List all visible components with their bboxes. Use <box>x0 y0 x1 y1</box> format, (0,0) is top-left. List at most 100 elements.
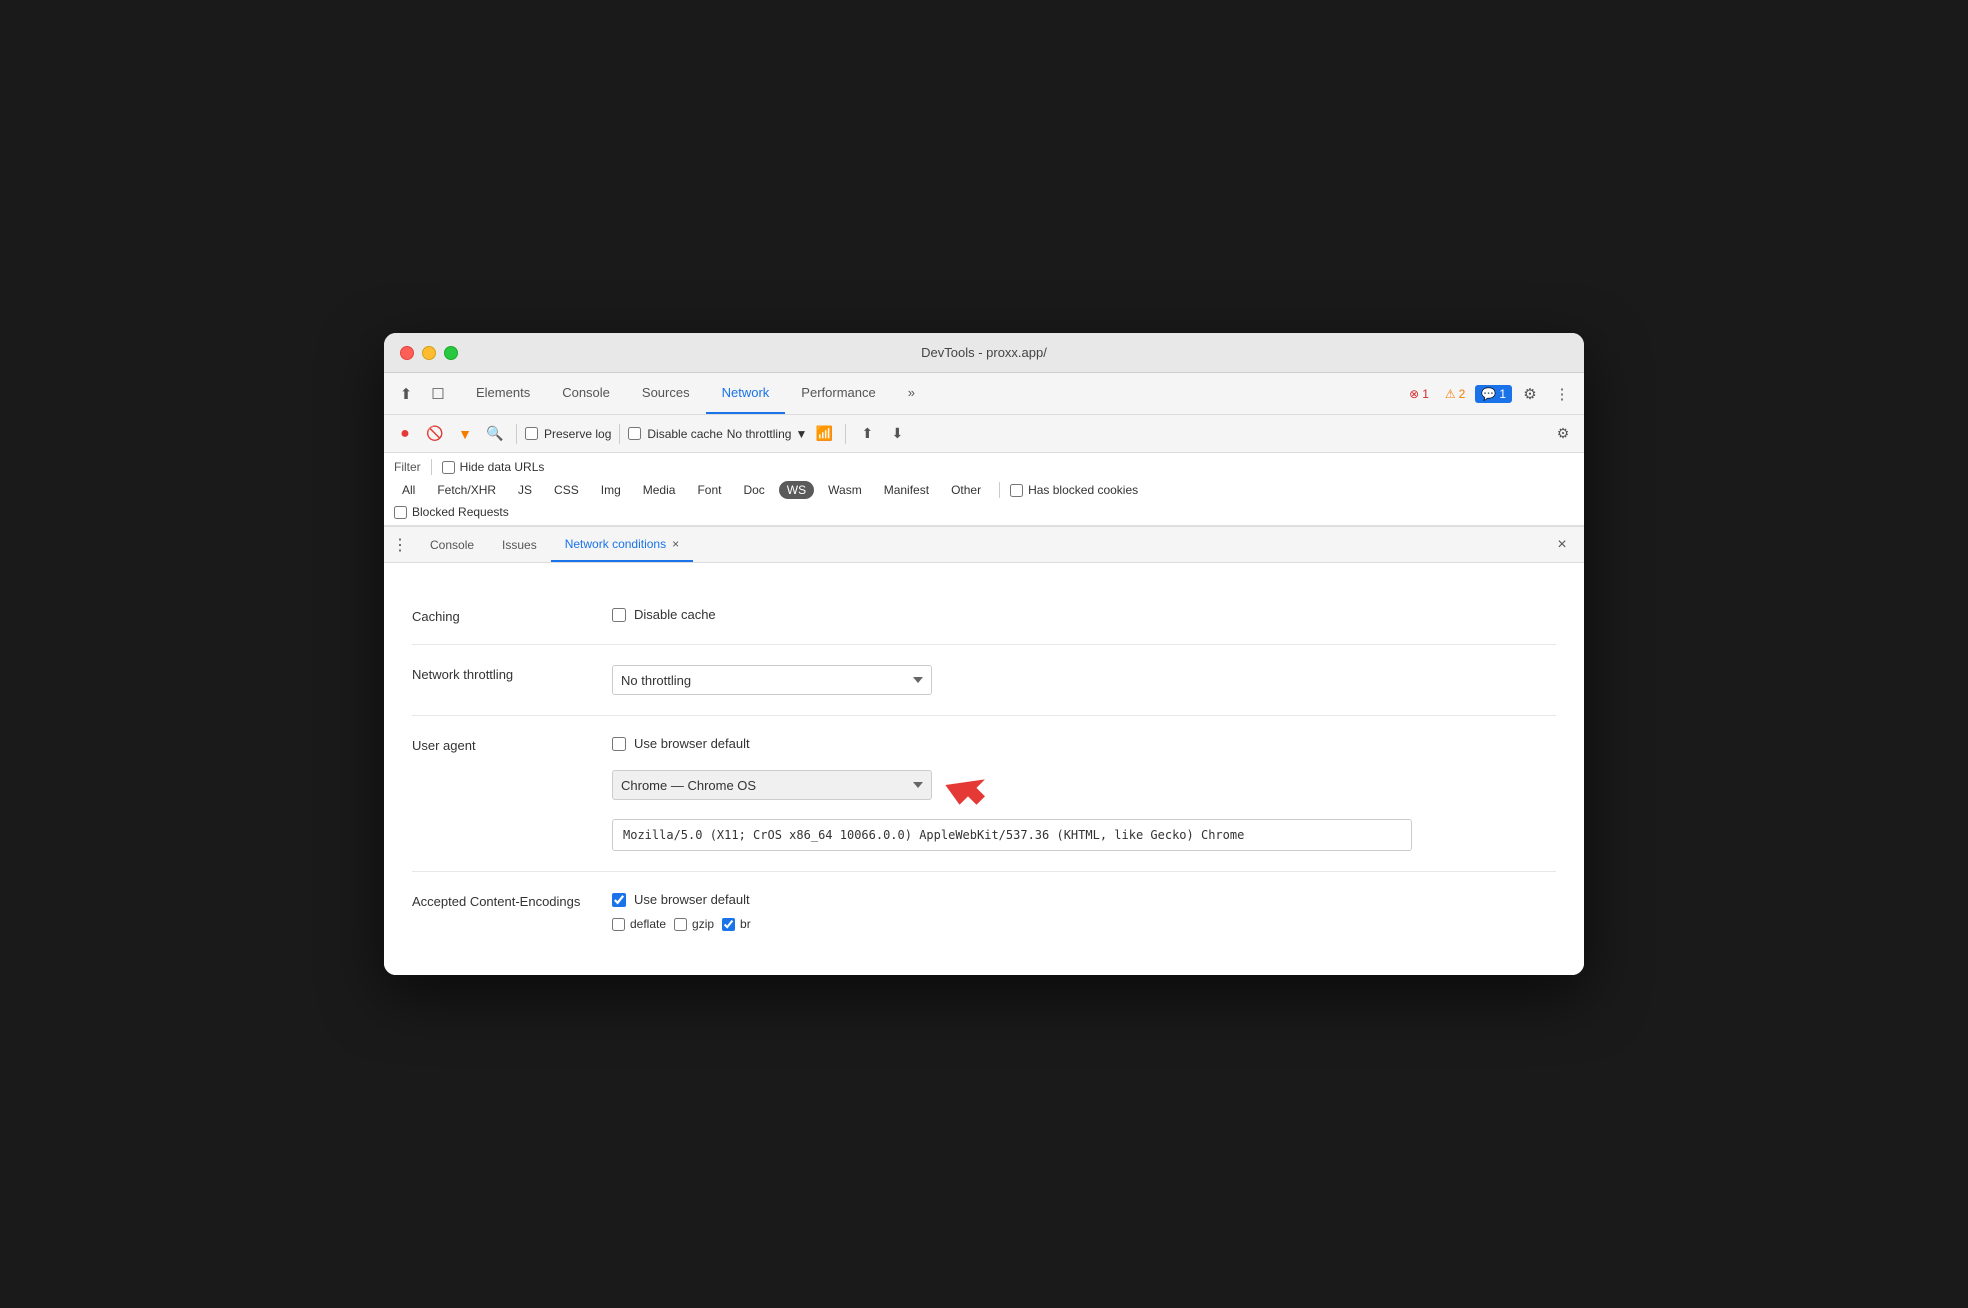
enc-br-checkbox[interactable]: br <box>722 917 751 931</box>
hide-data-urls-checkbox[interactable]: Hide data URLs <box>442 460 545 474</box>
filter-type-wasm[interactable]: Wasm <box>820 481 870 499</box>
nc-throttling-label: Network throttling <box>412 665 612 682</box>
drawer-tab-console[interactable]: Console <box>416 527 488 562</box>
wifi-icon[interactable]: 📶 <box>811 421 837 447</box>
enc-row: deflate gzip br <box>612 917 1556 931</box>
nc-disable-cache-input[interactable] <box>612 608 626 622</box>
filter-icon[interactable]: ▼ <box>452 421 478 447</box>
filter-type-media[interactable]: Media <box>635 481 684 499</box>
has-blocked-cookies-checkbox[interactable]: Has blocked cookies <box>1010 483 1138 497</box>
enc-deflate-label: deflate <box>630 917 666 931</box>
nc-caching-label: Caching <box>412 607 612 624</box>
hide-data-urls-input[interactable] <box>442 461 455 474</box>
filter-type-js[interactable]: JS <box>510 481 540 499</box>
nc-throttle-select[interactable]: No throttling Fast 3G Slow 3G Offline Cu… <box>612 665 932 695</box>
error-badge[interactable]: ⊗ 1 <box>1403 385 1435 403</box>
red-arrow-svg <box>944 761 992 809</box>
error-icon: ⊗ <box>1409 387 1419 401</box>
drawer-tab-network-conditions[interactable]: Network conditions × <box>551 527 693 562</box>
bottom-panel: ⋮ Console Issues Network conditions × × … <box>384 526 1584 975</box>
enc-deflate-input[interactable] <box>612 918 625 931</box>
separator-2 <box>619 424 620 444</box>
blocked-requests-checkbox[interactable]: Blocked Requests <box>394 505 509 519</box>
window-title: DevTools - proxx.app/ <box>921 345 1047 360</box>
titlebar: DevTools - proxx.app/ <box>384 333 1584 373</box>
throttle-arrow: ▼ <box>795 427 807 441</box>
filter-type-other[interactable]: Other <box>943 481 989 499</box>
filter-type-all[interactable]: All <box>394 481 423 499</box>
enc-br-input[interactable] <box>722 918 735 931</box>
nc-ua-select[interactable]: Chrome — Chrome OS Chrome — Windows Chro… <box>612 770 932 800</box>
record-button[interactable]: ● <box>392 421 418 447</box>
filter-type-manifest[interactable]: Manifest <box>876 481 937 499</box>
preserve-log-input[interactable] <box>525 427 538 440</box>
throttle-value: No throttling <box>727 427 792 441</box>
blocked-requests-label: Blocked Requests <box>412 505 509 519</box>
nc-encodings-browser-default-input[interactable] <box>612 893 626 907</box>
filter-type-css[interactable]: CSS <box>546 481 587 499</box>
search-icon[interactable]: 🔍 <box>482 421 508 447</box>
drawer-close-button[interactable]: × <box>1548 531 1576 559</box>
nc-encodings-browser-default-checkbox[interactable]: Use browser default <box>612 892 1556 907</box>
disable-cache-checkbox[interactable]: Disable cache <box>628 427 722 441</box>
has-blocked-cookies-label: Has blocked cookies <box>1028 483 1138 497</box>
tab-sources[interactable]: Sources <box>626 373 706 414</box>
network-toolbar: ● 🚫 ▼ 🔍 Preserve log Disable cache No th… <box>384 415 1584 453</box>
info-badge[interactable]: 💬 1 <box>1475 385 1512 403</box>
nc-use-browser-default-checkbox[interactable]: Use browser default <box>612 736 1556 751</box>
drawer-menu-icon[interactable]: ⋮ <box>392 535 408 555</box>
filter-type-font[interactable]: Font <box>689 481 729 499</box>
ua-string-display: Mozilla/5.0 (X11; CrOS x86_64 10066.0.0)… <box>612 819 1412 851</box>
traffic-lights <box>400 346 458 360</box>
more-options-icon[interactable]: ⋮ <box>1548 380 1576 408</box>
tab-network[interactable]: Network <box>706 373 786 414</box>
maximize-button[interactable] <box>444 346 458 360</box>
filter-type-img[interactable]: Img <box>593 481 629 499</box>
tab-console[interactable]: Console <box>546 373 626 414</box>
clear-button[interactable]: 🚫 <box>422 421 448 447</box>
filter-types-row: All Fetch/XHR JS CSS Img Media Font Doc … <box>394 481 1574 499</box>
filter-sep <box>431 459 432 475</box>
nc-encodings-control: Use browser default deflate gzip <box>612 892 1556 931</box>
enc-gzip-input[interactable] <box>674 918 687 931</box>
filter-type-fetch[interactable]: Fetch/XHR <box>429 481 504 499</box>
tab-more[interactable]: » <box>892 373 931 414</box>
tab-elements[interactable]: Elements <box>460 373 546 414</box>
enc-br-label: br <box>740 917 751 931</box>
settings-icon[interactable]: ⚙ <box>1516 380 1544 408</box>
disable-cache-label: Disable cache <box>647 427 722 441</box>
disable-cache-input[interactable] <box>628 427 641 440</box>
has-blocked-cookies-input[interactable] <box>1010 484 1023 497</box>
nc-disable-cache-checkbox[interactable]: Disable cache <box>612 607 1556 622</box>
toolbar-settings-icon[interactable]: ⚙ <box>1550 421 1576 447</box>
separator-3 <box>845 424 846 444</box>
chat-icon: 💬 <box>1481 387 1496 401</box>
nc-encodings-label: Accepted Content-Encodings <box>412 892 612 909</box>
inspect-icon[interactable]: ☐ <box>424 380 452 408</box>
preserve-log-checkbox[interactable]: Preserve log <box>525 427 611 441</box>
filter-type-doc[interactable]: Doc <box>735 481 772 499</box>
red-arrow-indicator <box>944 761 992 809</box>
blocked-requests-input[interactable] <box>394 506 407 519</box>
nc-ua-select-container: Chrome — Chrome OS Chrome — Windows Chro… <box>612 770 932 800</box>
cursor-icon[interactable]: ⬆ <box>392 380 420 408</box>
filter-label: Filter <box>394 460 421 474</box>
drawer-tab-issues[interactable]: Issues <box>488 527 551 562</box>
minimize-button[interactable] <box>422 346 436 360</box>
devtools-window: DevTools - proxx.app/ ⬆ ☐ Elements Conso… <box>384 333 1584 975</box>
nc-use-browser-default-label: Use browser default <box>634 736 750 751</box>
drawer-tab-close-icon[interactable]: × <box>672 537 679 551</box>
download-icon[interactable]: ⬇ <box>884 421 910 447</box>
filter-row-1: Filter Hide data URLs <box>394 459 1574 475</box>
throttle-select[interactable]: No throttling ▼ <box>727 427 808 441</box>
nc-content: Caching Disable cache Network throttling… <box>384 563 1584 975</box>
nc-use-browser-default-input[interactable] <box>612 737 626 751</box>
upload-icon[interactable]: ⬆ <box>854 421 880 447</box>
filter-type-ws[interactable]: WS <box>779 481 814 499</box>
tab-performance[interactable]: Performance <box>785 373 891 414</box>
enc-gzip-checkbox[interactable]: gzip <box>674 917 714 931</box>
tabbar-right: ⊗ 1 ⚠ 2 💬 1 ⚙ ⋮ <box>1403 380 1576 408</box>
close-button[interactable] <box>400 346 414 360</box>
enc-deflate-checkbox[interactable]: deflate <box>612 917 666 931</box>
warning-badge[interactable]: ⚠ 2 <box>1439 385 1471 403</box>
